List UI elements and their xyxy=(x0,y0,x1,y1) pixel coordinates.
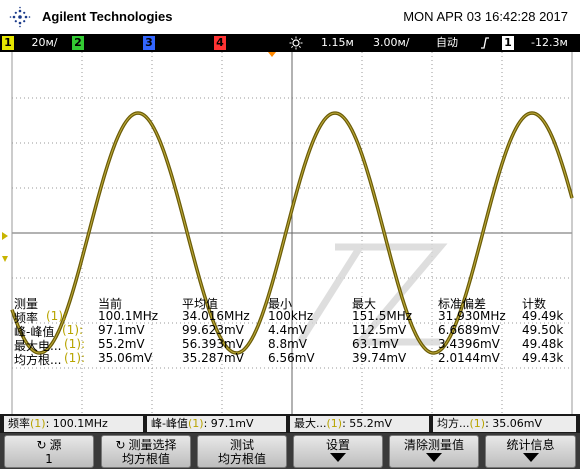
time-position[interactable]: 1.15ᴍ xyxy=(321,34,354,52)
quick-measure-rms[interactable]: 均方...(1): 35.06mV xyxy=(433,416,576,432)
agilent-logo-icon xyxy=(9,6,31,28)
channel-1-scale: 20ᴍ/ xyxy=(31,36,58,49)
run-status-icon xyxy=(289,34,303,52)
trigger-level-marker xyxy=(2,256,8,262)
settings-softkey[interactable]: 设置 xyxy=(293,435,383,468)
test-softkey[interactable]: 测试 均方根值 xyxy=(197,435,287,468)
submenu-arrow-icon xyxy=(522,453,539,462)
brand-name: Agilent Technologies xyxy=(42,9,173,24)
status-bar: 1 20ᴍ/ 2 3 4 1.15ᴍ 3.00ᴍ/ 自动 1 -12.3ᴍ xyxy=(0,34,580,52)
channel-1-badge: 1 xyxy=(2,36,14,50)
measure-select-softkey[interactable]: ↻ 测量选择 均方根值 xyxy=(101,435,191,468)
time-scale[interactable]: 3.00ᴍ/ xyxy=(373,34,410,52)
trigger-level[interactable]: -12.3ᴍ xyxy=(531,34,568,52)
source-softkey[interactable]: ↻ 源 1 xyxy=(4,435,94,468)
trigger-source[interactable]: 1 xyxy=(502,34,514,52)
channel-1-status[interactable]: 1 20ᴍ/ xyxy=(2,34,58,52)
channel-4-badge: 4 xyxy=(214,36,226,50)
quick-measure-maximum[interactable]: 最大...(1): 55.2mV xyxy=(290,416,429,432)
rotate-knob-icon: ↻ xyxy=(36,438,47,452)
quick-measure-bar: 频率(1): 100.1MHz 峰-峰值(1): 97.1mV 最大...(1)… xyxy=(0,414,580,433)
trigger-slope-icon xyxy=(480,34,490,52)
waveform-display[interactable]: 测量 当前 平均值 最小 最大 标准偏差 计数 频率 (1): 100.1MHz… xyxy=(0,52,580,414)
softkey-bar: ↻ 源 1 ↻ 测量选择 均方根值 测试 均方根值 设置 清除测量值 统计信息 xyxy=(0,433,580,469)
submenu-arrow-icon xyxy=(426,453,442,462)
statistics-softkey[interactable]: 统计信息 xyxy=(485,435,576,468)
channel-2-badge: 2 xyxy=(72,36,84,50)
quick-measure-peak-to-peak[interactable]: 峰-峰值(1): 97.1mV xyxy=(147,416,286,432)
submenu-arrow-icon xyxy=(330,453,346,462)
trigger-position-marker xyxy=(268,52,276,57)
clear-measurements-softkey[interactable]: 清除测量值 xyxy=(389,435,479,468)
ground-marker xyxy=(2,232,8,240)
date-time: MON APR 03 16:42:28 2017 xyxy=(403,9,568,24)
quick-measure-frequency[interactable]: 频率(1): 100.1MHz xyxy=(4,416,143,432)
brand-bar: Agilent Technologies MON APR 03 16:42:28… xyxy=(0,0,580,34)
channel-3-badge: 3 xyxy=(143,36,155,50)
channel-3-status[interactable]: 3 xyxy=(143,34,155,52)
rotate-knob-icon: ↻ xyxy=(115,438,126,452)
trigger-mode[interactable]: 自动 xyxy=(436,34,458,52)
channel-2-status[interactable]: 2 xyxy=(72,34,84,52)
channel-4-status[interactable]: 4 xyxy=(214,34,226,52)
